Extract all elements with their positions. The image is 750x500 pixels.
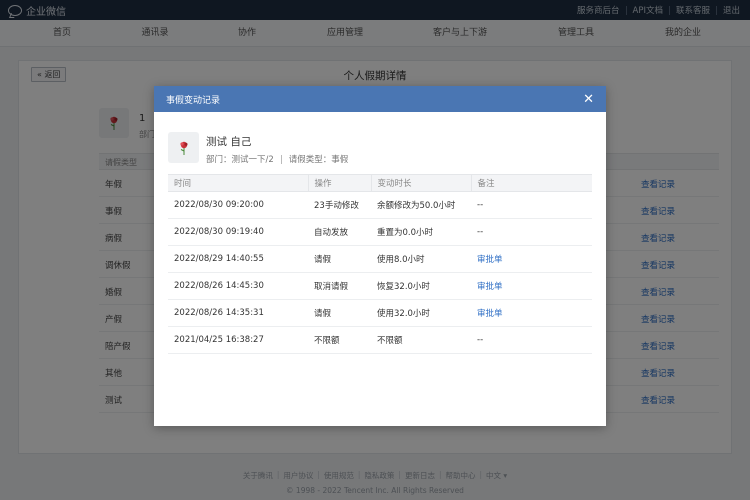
record-time: 2022/08/30 09:19:40 xyxy=(168,218,308,246)
table-row: 2022/08/26 14:35:31 请假 使用32.0小时 审批单 xyxy=(168,299,592,327)
approval-link[interactable]: 审批单 xyxy=(471,245,592,273)
close-icon[interactable]: ✕ xyxy=(583,93,594,106)
record-change: 使用32.0小时 xyxy=(371,299,471,327)
modal-title: 事假变动记录 xyxy=(166,95,221,106)
record-note: -- xyxy=(471,218,592,246)
table-row: 2021/04/25 16:38:27 不限额 不限额 -- xyxy=(168,326,592,354)
record-time: 2021/04/25 16:38:27 xyxy=(168,326,308,354)
column-header-time: 时间 xyxy=(168,174,308,192)
record-operation: 取消请假 xyxy=(308,272,371,300)
leave-type-label: 请假类型：事假 xyxy=(288,155,349,165)
approval-link[interactable]: 审批单 xyxy=(471,272,592,300)
record-change: 余额修改为50.0小时 xyxy=(371,191,471,219)
record-operation: 自动发放 xyxy=(308,218,371,246)
user-name: 测试 自己 xyxy=(206,136,252,148)
flower-avatar-icon xyxy=(179,141,187,155)
modal-header: 事假变动记录 ✕ xyxy=(154,86,606,112)
column-header-note: 备注 xyxy=(470,174,592,192)
record-change: 使用8.0小时 xyxy=(371,245,471,273)
record-operation: 请假 xyxy=(308,299,371,327)
approval-link[interactable]: 审批单 xyxy=(471,299,592,327)
record-change: 恢复32.0小时 xyxy=(371,272,471,300)
record-change: 重置为0.0小时 xyxy=(371,218,471,246)
record-time: 2022/08/29 14:40:55 xyxy=(168,245,308,273)
record-operation: 不限额 xyxy=(308,326,371,354)
user-dept: 部门：测试一下/2 xyxy=(206,155,274,165)
leave-change-modal: 事假变动记录 ✕ 测试 自己 部门：测试一下/2 请假类型：事假 时间 操作 变… xyxy=(154,86,606,426)
table-row: 2022/08/29 14:40:55 请假 使用8.0小时 审批单 xyxy=(168,245,592,273)
record-change: 不限额 xyxy=(371,326,471,354)
avatar xyxy=(168,132,199,163)
table-row: 2022/08/30 09:20:00 23手动修改 余额修改为50.0小时 -… xyxy=(168,191,592,219)
record-note: -- xyxy=(471,326,592,354)
user-meta: 部门：测试一下/2 请假类型：事假 xyxy=(206,153,348,165)
record-operation: 请假 xyxy=(308,245,371,273)
table-header-row: 时间 操作 变动时长 备注 xyxy=(168,174,592,192)
record-time: 2022/08/30 09:20:00 xyxy=(168,191,308,219)
record-operation: 23手动修改 xyxy=(308,191,371,219)
table-row: 2022/08/26 14:45:30 取消请假 恢复32.0小时 审批单 xyxy=(168,272,592,300)
leave-change-table: 时间 操作 变动时长 备注 2022/08/30 09:20:00 23手动修改… xyxy=(168,174,592,354)
record-note: -- xyxy=(471,191,592,219)
table-row: 2022/08/30 09:19:40 自动发放 重置为0.0小时 -- xyxy=(168,218,592,246)
record-time: 2022/08/26 14:45:30 xyxy=(168,272,308,300)
column-header-operation: 操作 xyxy=(307,174,371,192)
record-time: 2022/08/26 14:35:31 xyxy=(168,299,308,327)
column-header-change: 变动时长 xyxy=(370,174,471,192)
divider xyxy=(280,154,282,164)
